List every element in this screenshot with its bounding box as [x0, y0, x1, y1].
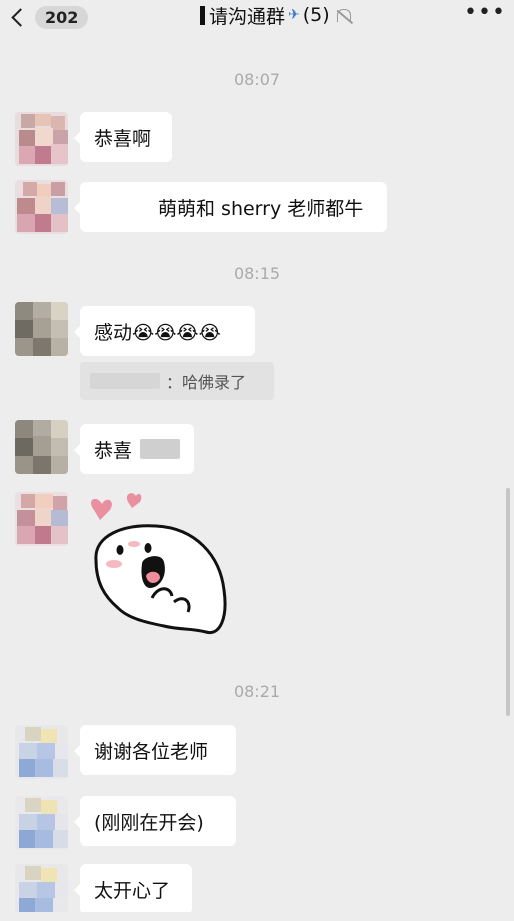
message-text: 恭喜啊 [94, 127, 152, 150]
message-text: 谢谢各位老师 [94, 740, 209, 763]
chat-header: 202 请沟通群 ✈ (5) ••• [0, 0, 514, 36]
message-bubble[interactable]: 谢谢各位老师 [74, 725, 236, 775]
avatar[interactable] [15, 796, 68, 850]
airplane-icon: ✈ [288, 7, 300, 23]
bell-muted-icon [336, 8, 351, 22]
chat-title: 请沟通群 ✈ (5) [200, 2, 351, 28]
quote-text: ：哈佛录了 [166, 373, 247, 392]
blurred-name [90, 373, 160, 389]
avatar[interactable] [15, 864, 68, 918]
message-text: 太开心了 [94, 879, 171, 902]
avatar[interactable] [15, 302, 68, 356]
back-button[interactable]: 202 [11, 2, 89, 32]
avatar[interactable] [15, 492, 68, 546]
timestamp: 08:15 [233, 264, 281, 283]
message-text: 萌萌和 sherry 老师都牛 [158, 197, 364, 220]
message-bubble[interactable]: 恭喜 [74, 424, 194, 474]
avatar[interactable] [15, 112, 68, 166]
message-bubble[interactable]: 萌萌和 sherry 老师都牛 [74, 182, 387, 232]
timestamp: 08:21 [233, 682, 281, 701]
member-count: (5) [302, 4, 330, 26]
quoted-reply[interactable]: ：哈佛录了 [80, 362, 274, 400]
message-text: 恭喜 [94, 439, 133, 462]
chevron-left-icon [11, 7, 30, 27]
unread-count-badge: 202 [35, 5, 89, 29]
avatar[interactable] [15, 420, 68, 474]
message-bubble[interactable]: 感动😭😭😭😭 [74, 306, 255, 356]
avatar[interactable] [15, 725, 68, 779]
title-mark-icon [200, 5, 205, 25]
message-text: (刚刚在开会) [94, 811, 204, 834]
group-name: 请沟通群 [209, 5, 286, 28]
blurred-name [140, 439, 180, 459]
blushing-ghost-sticker[interactable] [84, 490, 234, 640]
message-bubble[interactable]: 恭喜啊 [74, 112, 172, 162]
message-text: 感动😭😭😭😭 [94, 321, 221, 344]
bottom-edge [0, 912, 514, 921]
timestamp: 08:07 [233, 70, 281, 89]
scrollbar[interactable] [506, 488, 510, 716]
message-bubble[interactable]: (刚刚在开会) [74, 796, 236, 846]
more-icon[interactable]: ••• [464, 2, 506, 24]
avatar[interactable] [15, 180, 68, 234]
message-bubble[interactable]: 太开心了 [74, 864, 192, 914]
